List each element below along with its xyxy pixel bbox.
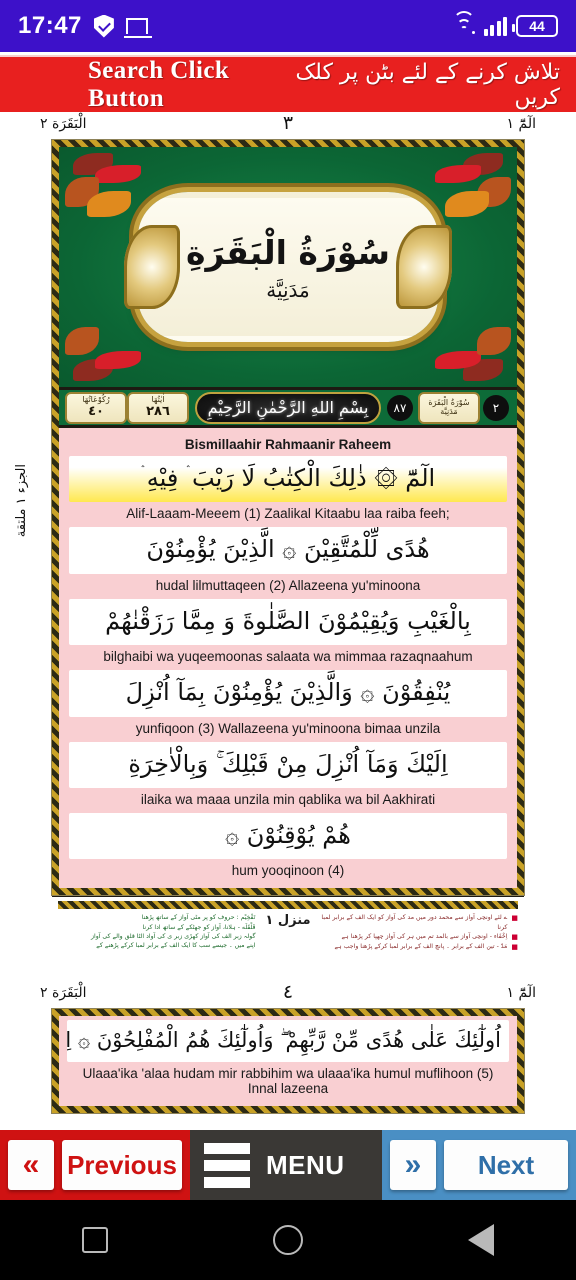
footnote-bullet: ■ [511, 914, 518, 923]
page-header-meta: الٓمّٓ ١ ٣ الْبَقَرَة ٢ [40, 112, 536, 138]
footnote-green-label: تَفْخِيْم : حروف کو پر مٹی آواز کے ساتھ … [141, 914, 256, 922]
surah-type-small: مَدَنِيَّة [440, 406, 458, 416]
ayah-line-6[interactable]: هُمْ يُوْقِنُوْنَ ۞ [69, 812, 507, 860]
signal-icon [483, 16, 507, 36]
bismillah-plate: بِسْمِ اللهِ الرَّحْمٰنِ الرَّحِيْمِ [195, 391, 381, 424]
ayah-translit-5: ilaika wa maaa unzila min qablika wa bil… [140, 791, 436, 807]
search-banner[interactable]: Search Click Button تلاش کرنے کے لئے بٹن… [0, 55, 576, 112]
cartouche-left-medallion [124, 225, 180, 309]
page-number: ٣ [282, 112, 294, 134]
ayah-line-1[interactable]: الٓمّٓ ۞ ذٰلِكَ الْكِتٰبُ لَا رَيْبَ ۛ ف… [69, 456, 507, 503]
juz-side-marker: الجزء ١ ملتقة [14, 464, 29, 538]
surah-number-badge: ٢ [483, 394, 509, 421]
verse-body: Bismillaahir Rahmaanir Raheem الٓمّٓ ۞ ذ… [59, 428, 517, 889]
ayah-translit-1: Alif-Laaam-Meeem (1) Zaalikal Kitaabu la… [126, 506, 450, 522]
footnote-left-2: گولہ زبر الف کی آواز کھڑی زبر ی کی آواد … [91, 932, 256, 940]
ayat-count-tablet: اٰیٰتُهَا ٢٨٦ [127, 391, 189, 424]
page-header-left-label: الْبَقَرَة ٢ [40, 116, 87, 132]
ruku-count: ٤٠ [88, 403, 104, 419]
next-button[interactable]: Next [444, 1140, 568, 1190]
footnote-column-left: تَفْخِيْم : حروف کو پر مٹی آواز کے ساتھ … [58, 913, 255, 950]
next-page-ayah-translit: Ulaaa'ika 'alaa hudam mir rabbihim wa ul… [82, 1066, 494, 1097]
bottom-navigation-bar: « Previous MENU » Next [0, 1130, 576, 1200]
page-header-right-label: الٓمّٓ ١ [506, 116, 536, 132]
status-bar-left: 17:47 [18, 12, 152, 40]
battery-icon: 44 [512, 15, 558, 37]
next-page-header-left-label: الْبَقَرَة ٢ [40, 984, 87, 1001]
square-icon[interactable] [82, 1227, 109, 1253]
next-page-header-meta: الٓمّٓ ١ ٤ الْبَقَرَة ٢ [40, 981, 536, 1007]
surah-title-cartouche: سُوْرَةُ الْبَقَرَةِ مَدَنِيَّة [124, 192, 452, 342]
quran-page-scroll-area[interactable]: الٓمّٓ ١ ٣ الْبَقَرَة ٢ الجزء ١ ملتقة سُ… [0, 112, 576, 1130]
status-bar-right: 44 [452, 10, 558, 37]
footnote-bullet: ■ [511, 943, 518, 952]
next-page-number: ٤ [282, 980, 294, 1003]
next-page-frame: اُولٰٓئِكَ عَلٰى هُدًى مِّنْ رَّبِّهِمْ … [52, 1009, 524, 1113]
next-section[interactable]: » Next [382, 1130, 576, 1200]
wifi-icon [452, 10, 475, 35]
quran-page-3: الٓمّٓ ١ ٣ الْبَقَرَة ٢ الجزء ١ ملتقة سُ… [0, 112, 576, 1113]
next-page-header-right-label: الٓمّٓ ١ [506, 984, 536, 1001]
manzil-label: منزل ١ [265, 913, 311, 929]
page-frame: سُوْرَةُ الْبَقَرَةِ مَدَنِيَّة رُکُوْعَ… [52, 140, 524, 895]
footnote-right-3: مَدّ - تین الف کے برابر ۔ پانچ الف کے بر… [334, 943, 508, 951]
hamburger-icon[interactable] [204, 1142, 250, 1188]
ayah-translit-2: hudal lilmuttaqeen (2) Allazeena yu'mino… [155, 577, 421, 593]
page-footnotes: ■ ے لئے اونچی آواز سے محمد دور میں مد کی … [52, 895, 524, 959]
ayah-line-3[interactable]: بِالْغَيْبِ وَيُقِيْمُوْنَ الصَّلٰوةَ وَ… [69, 598, 507, 646]
footnote-right-2: اِخْفَاء - اونچی آواز سے بالمد تم میں ہر… [341, 932, 508, 940]
menu-label: MENU [266, 1149, 345, 1180]
status-time: 17:47 [18, 12, 82, 39]
surah-info-strip: رُکُوْعَاتُهَا ٤٠ اٰیٰتُهَا ٢٨٦ بِسْمِ ا… [59, 387, 517, 428]
double-chevron-right-icon[interactable]: » [390, 1140, 436, 1190]
ayat-count: ٢٨٦ [146, 403, 170, 419]
footnotes-wrapper: ■ ے لئے اونچی آواز سے محمد دور میں مد کی … [52, 895, 524, 959]
bismillah-transliteration: Bismillaahir Rahmaanir Raheem [184, 437, 392, 452]
surah-name-tablet-group: ٨٧ سُوْرَةُ الْبَقَرَة مَدَنِيَّة ٢ [387, 391, 511, 424]
next-page-ayah-line[interactable]: اُولٰٓئِكَ عَلٰى هُدًى مِّنْ رَّبِّهِمْ … [67, 1019, 509, 1063]
previous-button[interactable]: Previous [62, 1140, 182, 1190]
surah-header-panel: سُوْرَةُ الْبَقَرَةِ مَدَنِيَّة [59, 147, 517, 387]
footnote-bullet: ■ [511, 932, 518, 941]
ayah-translit-3: bilghaibi wa yuqeemoonas salaata wa mimm… [103, 649, 473, 665]
footnote-column-right: ■ ے لئے اونچی آواز سے محمد دور میں مد کی … [321, 913, 518, 953]
next-page-body: اُولٰٓئِكَ عَلٰى هُدًى مِّنْ رَّبِّهِمْ … [59, 1015, 517, 1107]
footnote-rule [58, 901, 518, 910]
ayah-line-4[interactable]: يُنْفِقُوْنَ ۞ وَالَّذِيْنَ يُؤْمِنُوْنَ… [69, 670, 507, 717]
cartouche-right-medallion [396, 225, 452, 309]
triangle-back-icon[interactable] [467, 1224, 494, 1256]
cast-icon [123, 18, 152, 38]
quran-page-4-peek: الٓمّٓ ١ ٤ الْبَقَرَة ٢ اُولٰٓئِكَ عَلٰى… [0, 981, 576, 1113]
surah-name-tablet: سُوْرَةُ الْبَقَرَة مَدَنِيَّة [418, 391, 480, 424]
footnote-right-1: ے لئے اونچی آواز سے محمد دور میں مد کی آ… [321, 914, 508, 931]
footnote-left-1: قَلْقَلَه - ہلانا، آواز کو جھٹکے کے ساتھ… [142, 923, 256, 931]
shield-icon [93, 14, 114, 38]
circle-icon[interactable] [272, 1225, 303, 1255]
menu-button[interactable]: MENU [190, 1130, 382, 1200]
phone-screen: 17:47 44 Search Click Button تلاش کرنے ک… [0, 0, 576, 1280]
footnote-left-3: اپنے میں ۔ جیسے سب کا ایک الف کے برابر ل… [96, 942, 256, 950]
previous-section[interactable]: « Previous [0, 1130, 190, 1200]
ayah-line-2[interactable]: هُدًى لِّلْمُتَّقِيْنَ ۞ الَّذِيْنَ يُؤْ… [69, 527, 507, 574]
status-bar: 17:47 44 [0, 0, 576, 52]
surah-order-number: ٨٧ [387, 394, 413, 421]
surah-title: سُوْرَةُ الْبَقَرَةِ [185, 233, 391, 273]
double-chevron-left-icon[interactable]: « [8, 1140, 54, 1190]
ayah-translit-6: hum yooqinoon (4) [231, 863, 345, 879]
ayah-line-5[interactable]: اِلَيْكَ وَمَآ اُنْزِلَ مِنْ قَبْلِكَ ۚ … [69, 741, 507, 788]
surah-revelation-type: مَدَنِيَّة [266, 277, 310, 302]
search-banner-urdu-label: تلاش کرنے کے لئے بٹن پر کلک کریں [295, 59, 560, 110]
footnote-row: ■ ے لئے اونچی آواز سے محمد دور میں مد کی … [58, 913, 518, 953]
search-banner-english-label: Search Click Button [88, 56, 230, 112]
ruku-count-tablet: رُکُوْعَاتُهَا ٤٠ [65, 391, 127, 424]
android-navigation-bar [0, 1200, 576, 1280]
ayah-translit-4: yunfiqoon (3) Wallazeena yu'minoona bima… [135, 720, 441, 736]
